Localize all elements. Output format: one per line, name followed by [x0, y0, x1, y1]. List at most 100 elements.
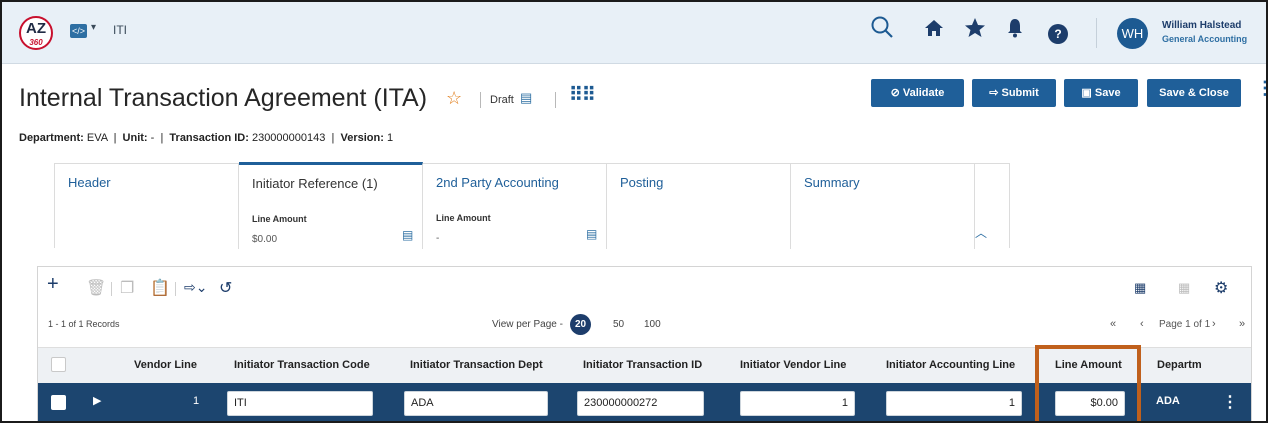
- divider: [480, 92, 481, 108]
- notes-icon[interactable]: ▤: [586, 227, 597, 241]
- table-row[interactable]: ▶ 1 ITI ADA 230000000272 1 1 $0.00 ADA ⋮: [38, 383, 1251, 421]
- tab-label: Header: [68, 175, 111, 190]
- column-header[interactable]: Initiator Transaction Code: [234, 359, 370, 371]
- vendor-line-cell: 1: [193, 395, 200, 407]
- user-avatar[interactable]: WH: [1117, 18, 1148, 49]
- divider: [111, 282, 112, 296]
- page-size-50[interactable]: 50: [613, 319, 624, 330]
- row-checkbox[interactable]: [51, 395, 66, 410]
- column-header[interactable]: Vendor Line: [134, 359, 197, 371]
- tab-label: Posting: [620, 175, 664, 190]
- prev-page-icon[interactable]: ‹: [1140, 318, 1144, 330]
- validate-label: Validate: [902, 87, 945, 99]
- save-label: Save: [1094, 87, 1121, 99]
- save-button[interactable]: ▣ Save: [1064, 79, 1138, 107]
- code-window-icon[interactable]: </>: [70, 24, 87, 38]
- tab-initiator-reference[interactable]: Initiator Reference (1) Line Amount $0.0…: [239, 162, 423, 249]
- submit-icon: ⇨: [989, 87, 999, 99]
- chevron-down-icon[interactable]: ▾: [91, 22, 96, 33]
- tab-sub-value: $0.00: [252, 234, 278, 245]
- column-header[interactable]: Line Amount: [1055, 359, 1122, 371]
- save-icon: ▣: [1081, 87, 1092, 99]
- view-per-page-label: View per Page -: [492, 319, 563, 330]
- line-amount-input[interactable]: $0.00: [1055, 391, 1125, 416]
- check-circle-icon: ⊘: [890, 87, 900, 99]
- apps-grid-icon[interactable]: ⠿⠿: [569, 84, 596, 107]
- add-icon[interactable]: +: [47, 273, 59, 296]
- section-tabs: Header Initiator Reference (1) Line Amou…: [54, 162, 1010, 249]
- tab-sub-label: Line Amount: [252, 214, 307, 224]
- bell-icon[interactable]: [1005, 15, 1025, 49]
- page-title: Internal Transaction Agreement (ITA): [19, 84, 428, 112]
- submit-button[interactable]: ⇨ Submit: [972, 79, 1056, 107]
- unit-value: -: [150, 132, 155, 144]
- notes-icon[interactable]: ▤: [520, 90, 532, 106]
- department-label: Department:: [19, 132, 84, 144]
- logo-text: AZ: [26, 20, 46, 37]
- divider: [175, 282, 176, 296]
- copy-icon[interactable]: ❐: [120, 278, 134, 298]
- az360-logo[interactable]: AZ 360: [19, 16, 53, 50]
- page-info: Page 1 of 1: [1159, 319, 1211, 330]
- tab-sub-label: Line Amount: [436, 213, 491, 223]
- validate-button[interactable]: ⊘ Validate: [871, 79, 964, 107]
- submit-label: Submit: [1001, 87, 1039, 99]
- user-name: William Halstead: [1162, 20, 1242, 31]
- department-cell: ADA: [1156, 395, 1180, 407]
- transaction-id-label: Transaction ID:: [169, 132, 249, 144]
- export-icon[interactable]: ⇨⌄: [184, 279, 207, 296]
- grid-header-row: Vendor Line Initiator Transaction Code I…: [38, 347, 1251, 383]
- transaction-id-input[interactable]: 230000000272: [577, 391, 704, 416]
- tab-2nd-party-accounting[interactable]: 2nd Party Accounting Line Amount - ▤: [423, 164, 607, 249]
- user-role: General Accounting: [1162, 34, 1248, 44]
- last-page-icon[interactable]: »: [1239, 318, 1245, 330]
- help-icon[interactable]: ?: [1048, 24, 1068, 44]
- grid-panel: + 🗑 ❐ 📋 ⇨⌄ ↺ ▦ ▦ ⚙ 1 - 1 of 1 Records Vi…: [37, 266, 1252, 421]
- accounting-line-input[interactable]: 1: [886, 391, 1022, 416]
- table-view-icon[interactable]: ▦: [1178, 280, 1190, 296]
- tab-posting[interactable]: Posting: [607, 164, 791, 249]
- select-all-checkbox[interactable]: [51, 357, 66, 372]
- save-close-button[interactable]: Save & Close: [1147, 79, 1241, 107]
- transaction-dept-input[interactable]: ADA: [404, 391, 548, 416]
- column-header[interactable]: Initiator Transaction Dept: [410, 359, 543, 371]
- column-header[interactable]: Departm: [1157, 359, 1202, 371]
- tab-summary[interactable]: Summary: [791, 164, 975, 249]
- favorite-star-icon[interactable]: ☆: [446, 88, 462, 109]
- version-label: Version:: [340, 132, 384, 144]
- tab-header[interactable]: Header: [55, 164, 239, 249]
- next-page-icon[interactable]: ›: [1212, 318, 1216, 330]
- page-size-20[interactable]: 20: [570, 314, 591, 335]
- column-header[interactable]: Initiator Accounting Line: [886, 359, 1015, 371]
- app-frame: AZ 360 </> ▾ ITI ? WH William Halstead G…: [0, 0, 1268, 423]
- records-count: 1 - 1 of 1 Records: [48, 319, 120, 329]
- expand-row-icon[interactable]: ▶: [93, 394, 101, 407]
- tab-label: 2nd Party Accounting: [436, 175, 559, 190]
- column-header[interactable]: Initiator Vendor Line: [740, 359, 846, 371]
- department-value: EVA: [86, 132, 108, 144]
- first-page-icon[interactable]: «: [1110, 318, 1116, 330]
- settings-gear-icon[interactable]: ⚙: [1214, 278, 1228, 298]
- row-more-icon[interactable]: ⋮: [1222, 392, 1238, 412]
- transaction-code-input[interactable]: ITI: [227, 391, 373, 416]
- star-icon[interactable]: [963, 15, 987, 49]
- page-size-100[interactable]: 100: [644, 319, 661, 330]
- more-vertical-icon[interactable]: ⋮: [1256, 78, 1266, 99]
- home-icon[interactable]: [923, 15, 945, 49]
- transaction-id-value: 230000000143: [251, 132, 326, 144]
- search-icon[interactable]: [870, 15, 894, 49]
- divider: [1096, 18, 1097, 48]
- undo-icon[interactable]: ↺: [219, 278, 232, 298]
- vendor-line-input[interactable]: 1: [740, 391, 855, 416]
- unit-label: Unit:: [122, 132, 148, 144]
- notes-icon[interactable]: ▤: [402, 228, 413, 242]
- logo-sub: 360: [29, 38, 43, 47]
- paste-icon[interactable]: 📋: [150, 278, 170, 298]
- app-title: ITI: [113, 23, 127, 37]
- column-header[interactable]: Initiator Transaction ID: [583, 359, 702, 371]
- grid-view-icon[interactable]: ▦: [1134, 280, 1146, 296]
- chevron-up-icon[interactable]: ︿: [975, 224, 987, 241]
- delete-icon[interactable]: 🗑: [86, 278, 106, 298]
- tab-label: Initiator Reference (1): [252, 176, 378, 191]
- version-value: 1: [386, 132, 394, 144]
